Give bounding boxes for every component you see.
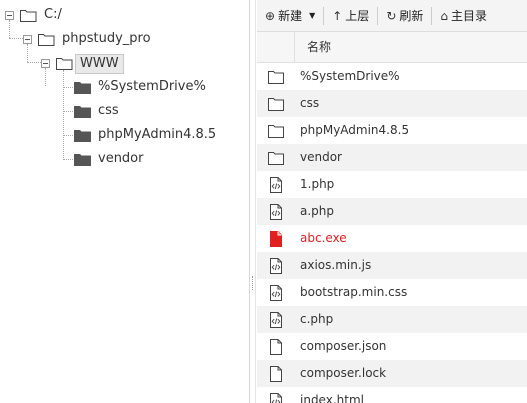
tree-node-child[interactable]: css — [0, 101, 240, 123]
collapse-toggle-icon[interactable] — [41, 59, 50, 68]
code-file-icon — [268, 393, 284, 403]
folder-icon — [74, 82, 91, 94]
file-row[interactable]: abc.exe — [257, 225, 527, 252]
tree-node-www[interactable]: WWW — [0, 53, 240, 75]
folder-tree: C:/ phpstudy_pro WWW %SystemDrive% css p… — [0, 0, 250, 403]
file-row[interactable]: 1.php — [257, 171, 527, 198]
folder-icon — [74, 130, 91, 142]
tree-node-child[interactable]: %SystemDrive% — [0, 77, 240, 99]
chevron-down-icon: ▼ — [309, 11, 316, 20]
folder-icon — [268, 123, 284, 139]
tree-label-phpstudy[interactable]: phpstudy_pro — [62, 29, 151, 49]
file-name[interactable]: %SystemDrive% — [300, 63, 400, 90]
code-file-icon — [268, 258, 284, 274]
file-row[interactable]: phpMyAdmin4.8.5 — [257, 117, 527, 144]
file-name[interactable]: composer.lock — [300, 360, 386, 387]
up-button-label: 上层 — [345, 9, 370, 23]
file-row[interactable]: a.php — [257, 198, 527, 225]
file-row[interactable]: composer.lock — [257, 360, 527, 387]
code-file-icon — [268, 177, 284, 193]
file-icon — [268, 339, 284, 355]
folder-icon — [74, 106, 91, 118]
file-name[interactable]: phpMyAdmin4.8.5 — [300, 117, 409, 144]
folder-open-icon — [38, 34, 55, 46]
folder-icon — [268, 96, 284, 112]
tree-node-phpstudy[interactable]: phpstudy_pro — [0, 29, 240, 51]
up-button[interactable]: ↑ 上层 — [324, 0, 377, 32]
tree-label-root[interactable]: C:/ — [44, 5, 62, 25]
home-button[interactable]: ⌂ 主目录 — [432, 0, 495, 32]
file-name[interactable]: axios.min.js — [300, 252, 371, 279]
file-name[interactable]: index.html — [300, 387, 364, 403]
file-row[interactable]: bootstrap.min.css — [257, 279, 527, 306]
tree-node-child[interactable]: vendor — [0, 149, 240, 171]
file-name[interactable]: bootstrap.min.css — [300, 279, 407, 306]
new-button-label: 新建 — [278, 9, 303, 23]
file-list: %SystemDrive% css phpMyAdmin4.8.5 vendor 1.p… — [257, 63, 527, 403]
tree-node-root[interactable]: C:/ — [0, 5, 240, 27]
tree-node-child[interactable]: phpMyAdmin4.8.5 — [0, 125, 240, 147]
file-row[interactable]: index.html — [257, 387, 527, 403]
tree-label-child[interactable]: %SystemDrive% — [98, 77, 206, 97]
tree-label-www[interactable]: WWW — [75, 54, 124, 74]
file-name[interactable]: composer.json — [300, 333, 386, 360]
tree-label-child[interactable]: vendor — [98, 149, 143, 169]
file-name[interactable]: a.php — [300, 198, 334, 225]
folder-icon — [268, 69, 284, 85]
refresh-button[interactable]: ↻ 刷新 — [378, 0, 431, 32]
tree-label-child[interactable]: css — [98, 101, 119, 121]
file-row[interactable]: vendor — [257, 144, 527, 171]
exe-file-icon — [268, 231, 284, 247]
file-name[interactable]: vendor — [300, 144, 342, 171]
collapse-toggle-icon[interactable] — [5, 11, 14, 20]
file-name[interactable]: abc.exe — [300, 225, 347, 252]
file-name[interactable]: css — [300, 90, 319, 117]
file-icon — [268, 366, 284, 382]
file-row[interactable]: c.php — [257, 306, 527, 333]
code-file-icon — [268, 285, 284, 301]
folder-open-icon — [20, 10, 37, 22]
folder-open-icon — [56, 58, 73, 70]
toolbar: ⊕ 新建 ▼ ↑ 上层 ↻ 刷新 ⌂ 主目录 — [257, 0, 527, 32]
refresh-icon: ↻ — [386, 8, 397, 23]
code-file-icon — [268, 204, 284, 220]
file-name[interactable]: c.php — [300, 306, 333, 333]
refresh-button-label: 刷新 — [399, 9, 424, 23]
file-name[interactable]: 1.php — [300, 171, 334, 198]
plus-circle-icon: ⊕ — [265, 8, 276, 23]
arrow-up-icon: ↑ — [332, 8, 343, 23]
file-row[interactable]: %SystemDrive% — [257, 63, 527, 90]
folder-icon — [268, 150, 284, 166]
folder-icon — [74, 154, 91, 166]
collapse-toggle-icon[interactable] — [23, 35, 32, 44]
code-file-icon — [268, 312, 284, 328]
home-icon: ⌂ — [440, 8, 449, 23]
pane-splitter[interactable] — [250, 0, 256, 403]
file-row[interactable]: css — [257, 90, 527, 117]
name-column-header[interactable]: 名称 — [307, 32, 331, 63]
tree-label-child[interactable]: phpMyAdmin4.8.5 — [98, 125, 216, 145]
home-button-label: 主目录 — [451, 9, 488, 23]
new-button[interactable]: ⊕ 新建 ▼ — [257, 0, 323, 32]
splitter-grip-icon[interactable] — [252, 276, 253, 290]
header-column-divider — [294, 32, 295, 63]
file-row[interactable]: axios.min.js — [257, 252, 527, 279]
file-row[interactable]: composer.json — [257, 333, 527, 360]
file-list-header: 名称 — [257, 32, 527, 63]
